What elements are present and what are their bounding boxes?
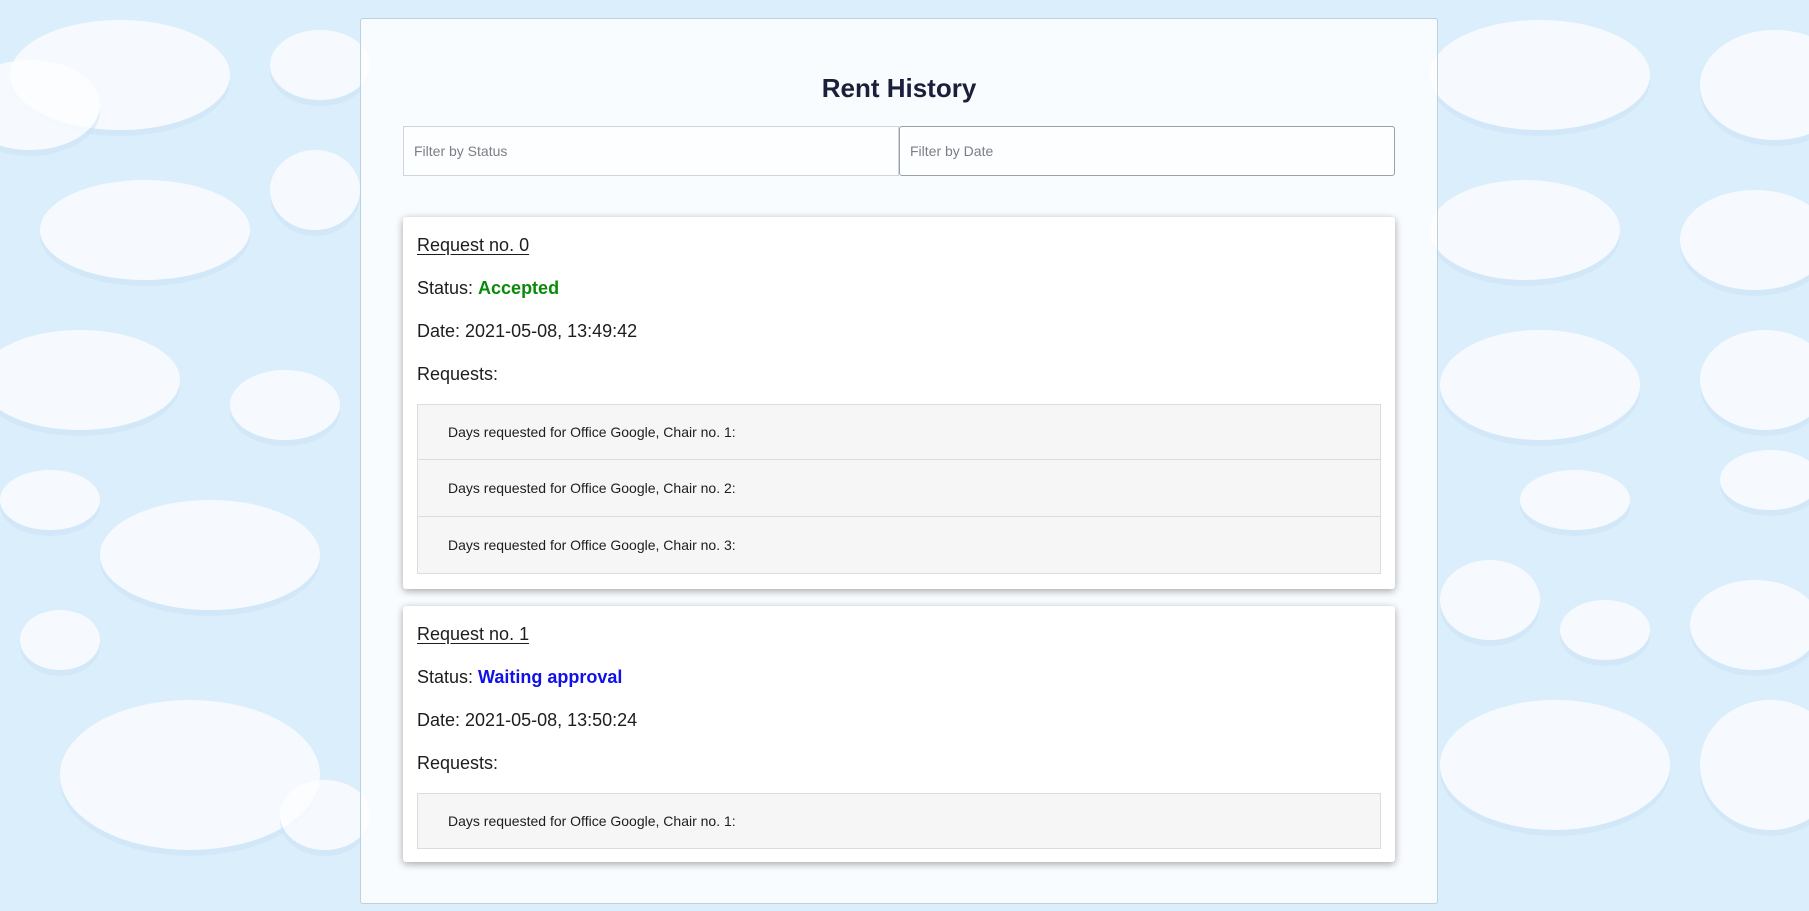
requests-label: Requests: [417,753,499,773]
list-item[interactable]: Days requested for Office Google, Chair … [417,516,1381,574]
requests-label: Requests: [417,364,499,384]
request-title-link[interactable]: Request no. 0 [417,217,1381,256]
request-title-link[interactable]: Request no. 1 [417,606,1381,645]
status-line: Status: Accepted [417,278,1381,299]
request-items: Days requested for Office Google, Chair … [417,404,1381,574]
date-label: Date: [417,321,466,341]
date-label: Date: [417,710,466,730]
status-value: Waiting approval [478,667,623,687]
date-filter-input[interactable] [899,126,1395,176]
rent-history-panel: Rent History Request no. 0 Status: Accep… [360,18,1438,904]
list-item[interactable]: Days requested for Office Google, Chair … [417,459,1381,517]
request-items: Days requested for Office Google, Chair … [417,793,1381,849]
request-card: Request no. 1 Status: Waiting approval D… [403,606,1395,862]
date-value: 2021-05-08, 13:49:42 [465,321,638,341]
status-label: Status: [417,667,479,687]
date-line: Date: 2021-05-08, 13:49:42 [417,321,1381,342]
status-value: Accepted [478,278,560,298]
list-item[interactable]: Days requested for Office Google, Chair … [417,793,1381,849]
date-line: Date: 2021-05-08, 13:50:24 [417,710,1381,731]
date-value: 2021-05-08, 13:50:24 [465,710,638,730]
list-item[interactable]: Days requested for Office Google, Chair … [417,404,1381,460]
status-line: Status: Waiting approval [417,667,1381,688]
request-card: Request no. 0 Status: Accepted Date: 202… [403,217,1395,589]
page-title: Rent History [821,73,977,103]
status-filter-input[interactable] [403,126,899,176]
filter-bar [403,126,1395,176]
status-label: Status: [417,278,479,298]
